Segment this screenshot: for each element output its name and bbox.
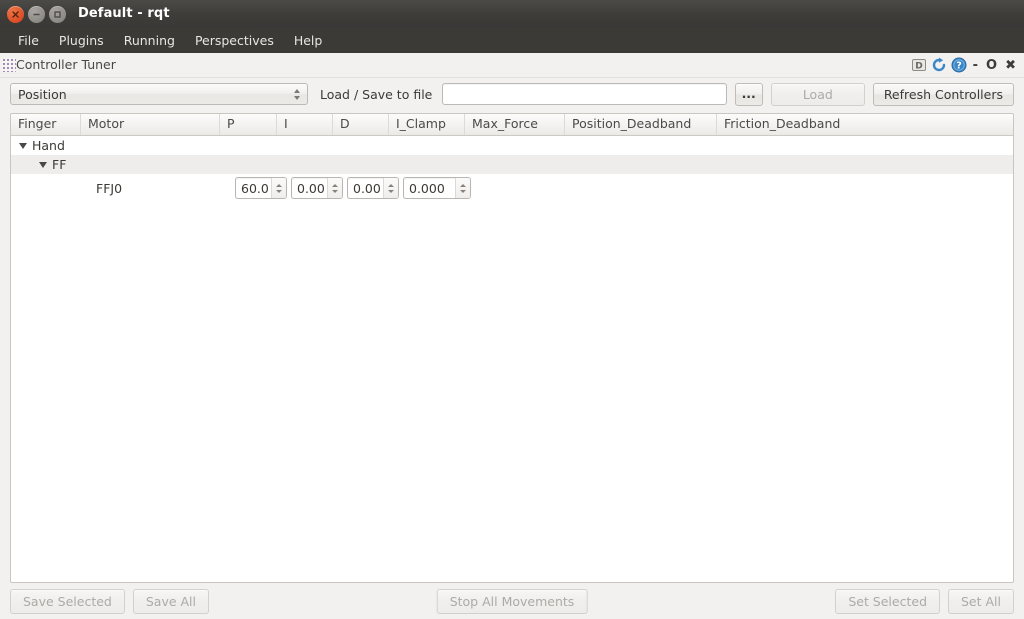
close-window-button[interactable] (7, 6, 24, 23)
d-stepper-icon[interactable] (383, 178, 398, 198)
svg-text:D: D (915, 62, 922, 72)
column-header-i[interactable]: I (277, 114, 333, 135)
window-titlebar: Default - rqt (0, 0, 1024, 28)
file-path-input[interactable] (442, 83, 726, 105)
i-clamp-value: 0.000 (404, 181, 455, 196)
plugin-minimize-button[interactable]: - (971, 59, 980, 72)
set-selected-button[interactable]: Set Selected (835, 589, 940, 614)
tree-node-label: Hand (32, 138, 65, 153)
column-header-position-deadband[interactable]: Position_Deadband (565, 114, 717, 135)
tree-node-label: FF (52, 157, 66, 172)
window-title: Default - rqt (78, 0, 170, 28)
stop-button-group: Stop All Movements (437, 589, 588, 614)
menu-running[interactable]: Running (114, 30, 185, 51)
column-header-max-force[interactable]: Max_Force (465, 114, 565, 135)
expand-arrow-down-icon[interactable] (19, 143, 27, 149)
plugin-titlebar: Controller Tuner D (0, 53, 1024, 78)
controller-toolbar: Position Load / Save to file ... Load Re… (0, 78, 1024, 110)
updown-arrows-icon (294, 89, 303, 100)
i-stepper-icon[interactable] (327, 178, 342, 198)
i-value: 0.00 (292, 181, 327, 196)
tree-node-hand[interactable]: Hand (11, 138, 65, 153)
browse-file-button[interactable]: ... (735, 83, 763, 106)
menu-plugins[interactable]: Plugins (49, 30, 114, 51)
drag-handle-icon[interactable] (2, 58, 16, 72)
i-spinbox[interactable]: 0.00 (291, 177, 343, 199)
tree-node-ffj0[interactable]: FFJ0 (11, 181, 235, 196)
column-header-d[interactable]: D (333, 114, 389, 135)
controller-type-select[interactable]: Position (10, 83, 308, 105)
load-button[interactable]: Load (771, 83, 865, 106)
refresh-controllers-button[interactable]: Refresh Controllers (873, 83, 1014, 106)
plugin-title: Controller Tuner (16, 53, 116, 77)
p-stepper-icon[interactable] (271, 178, 286, 198)
menu-perspectives[interactable]: Perspectives (185, 30, 284, 51)
save-button-group: Save Selected Save All (10, 589, 209, 614)
help-icon[interactable]: ? (951, 57, 967, 73)
menu-help[interactable]: Help (284, 30, 333, 51)
column-header-motor[interactable]: Motor (81, 114, 220, 135)
d-spinbox[interactable]: 0.00 (347, 177, 399, 199)
column-header-finger[interactable]: Finger (11, 114, 81, 135)
minimize-window-button[interactable] (28, 6, 45, 23)
save-all-button[interactable]: Save All (133, 589, 209, 614)
plugin-action-buttons: D ? - O ✖ (911, 53, 1018, 77)
undock-icon[interactable]: D (911, 57, 927, 73)
minimize-icon (32, 10, 41, 19)
table-row-ff[interactable]: FF (11, 155, 1013, 174)
p-value: 60.0 (236, 181, 271, 196)
tree-node-ff[interactable]: FF (11, 157, 66, 172)
maximize-icon (53, 10, 62, 19)
expand-arrow-down-icon[interactable] (39, 162, 47, 168)
set-all-button[interactable]: Set All (948, 589, 1014, 614)
plugin-close-button[interactable]: ✖ (1003, 59, 1018, 72)
column-header-i-clamp[interactable]: I_Clamp (389, 114, 465, 135)
column-header-friction-deadband[interactable]: Friction_Deadband (717, 114, 1013, 135)
load-save-label: Load / Save to file (320, 87, 432, 102)
table-header-row: Finger Motor P I D I_Clamp Max_Force Pos… (11, 114, 1013, 136)
action-bar: Save Selected Save All Stop All Movement… (0, 583, 1024, 619)
plugin-maximize-button[interactable]: O (984, 59, 999, 72)
d-value: 0.00 (348, 181, 383, 196)
rqt-main-window: Default - rqt File Plugins Running Persp… (0, 0, 1024, 619)
menubar: File Plugins Running Perspectives Help (0, 28, 1024, 53)
set-button-group: Set Selected Set All (835, 589, 1014, 614)
p-spinbox[interactable]: 60.0 (235, 177, 287, 199)
svg-text:?: ? (956, 61, 962, 72)
column-header-p[interactable]: P (220, 114, 277, 135)
window-controls (0, 6, 66, 23)
table-row-ffj0[interactable]: FFJ0 60.0 0.00 0.00 (11, 174, 1013, 202)
table-body: Hand FF FFJ0 60.0 (11, 136, 1013, 582)
controller-table: Finger Motor P I D I_Clamp Max_Force Pos… (10, 113, 1014, 583)
reload-icon[interactable] (931, 57, 947, 73)
close-icon (11, 10, 20, 19)
stop-all-movements-button[interactable]: Stop All Movements (437, 589, 588, 614)
table-row-hand[interactable]: Hand (11, 136, 1013, 155)
controller-type-value: Position (18, 87, 294, 102)
save-selected-button[interactable]: Save Selected (10, 589, 125, 614)
menu-file[interactable]: File (8, 30, 49, 51)
maximize-window-button[interactable] (49, 6, 66, 23)
i-clamp-stepper-icon[interactable] (455, 178, 470, 198)
i-clamp-spinbox[interactable]: 0.000 (403, 177, 471, 199)
tree-node-label: FFJ0 (96, 181, 122, 196)
